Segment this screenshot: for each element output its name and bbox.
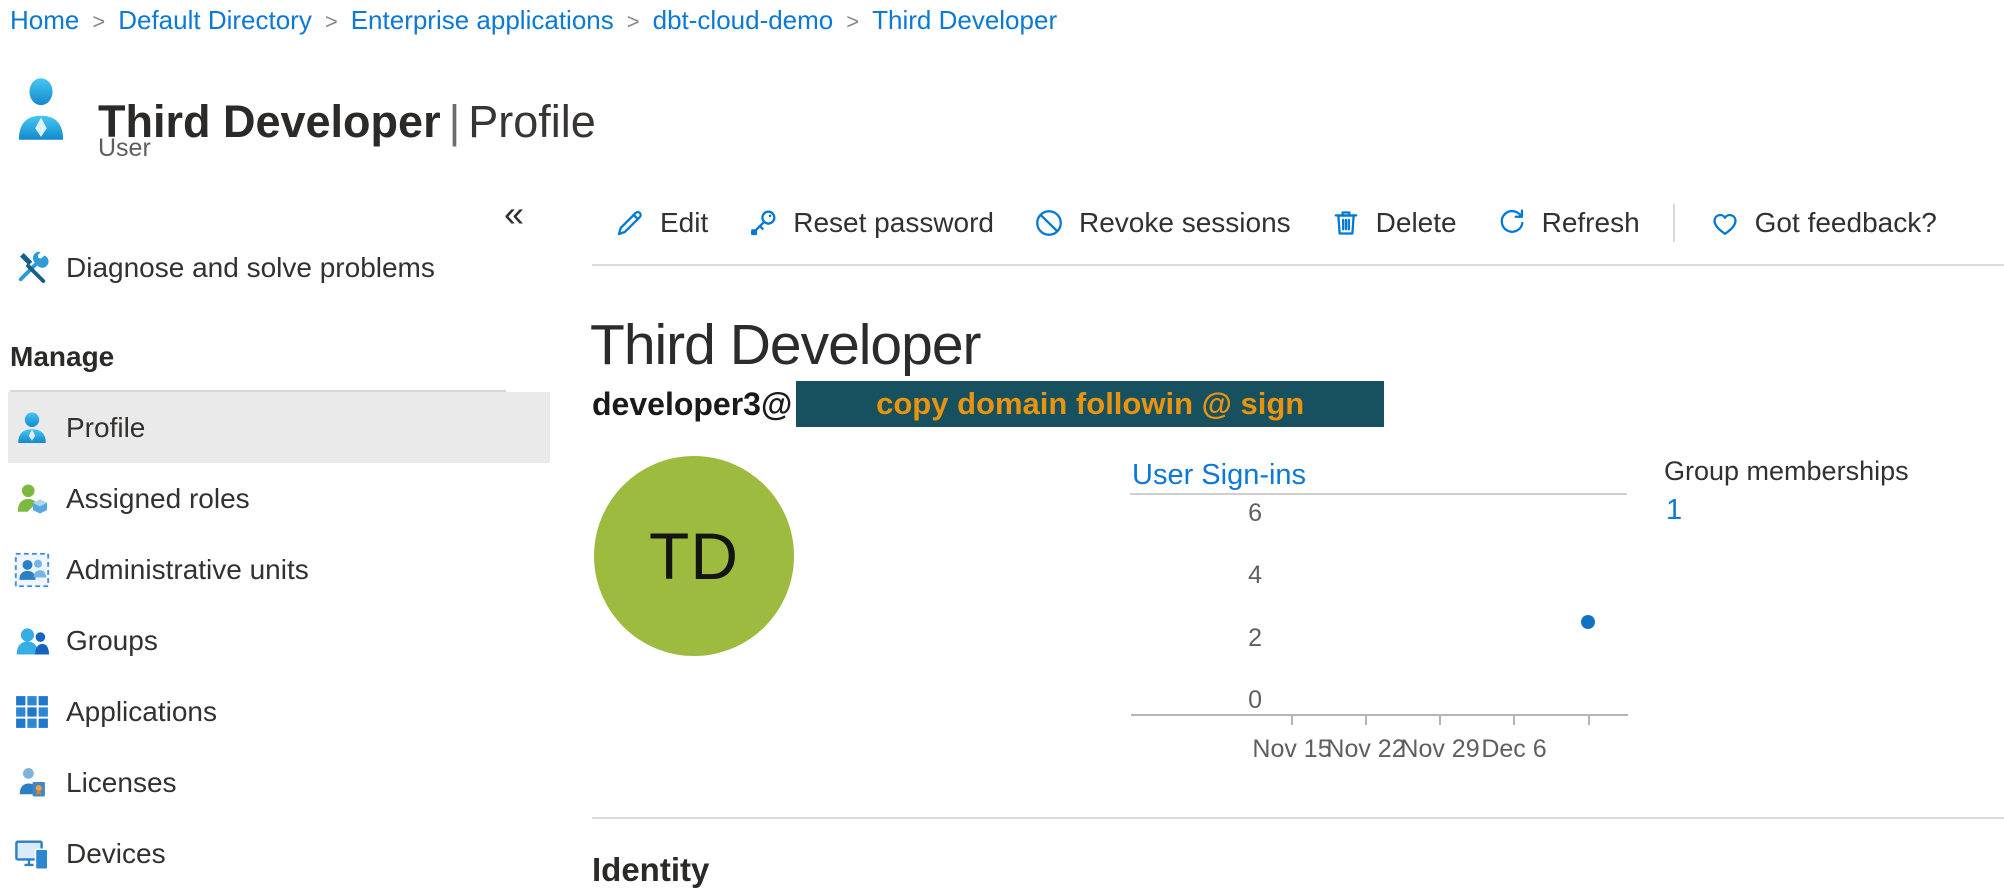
breadcrumb-third-developer[interactable]: Third Developer: [872, 5, 1057, 36]
breadcrumb: Home > Default Directory > Enterprise ap…: [10, 5, 1057, 36]
sidebar-item-administrative-units[interactable]: Administrative units: [8, 534, 550, 605]
sidebar-item-groups[interactable]: Groups: [8, 605, 550, 676]
breadcrumb-separator: >: [627, 9, 640, 35]
sidebar-item-devices[interactable]: Devices: [8, 818, 550, 889]
tools-icon: [14, 250, 50, 286]
breadcrumb-dbt-cloud-demo[interactable]: dbt-cloud-demo: [653, 5, 834, 36]
person-icon: [14, 410, 50, 446]
x-axis-tick: [1513, 716, 1515, 725]
x-axis-tick: [1365, 716, 1367, 725]
heart-icon: [1708, 206, 1742, 240]
breadcrumb-default-directory[interactable]: Default Directory: [118, 5, 312, 36]
sidebar-item-administrative-units-label: Administrative units: [66, 554, 309, 586]
sidebar-section-manage: Manage: [10, 341, 114, 373]
group-memberships-count-link[interactable]: 1: [1666, 494, 1682, 527]
sidebar-item-assigned-roles-label: Assigned roles: [66, 483, 250, 515]
block-icon: [1032, 206, 1066, 240]
sidebar-item-profile-label: Profile: [66, 412, 145, 444]
edit-button-label: Edit: [660, 207, 708, 239]
signin-data-point: [1581, 615, 1595, 629]
breadcrumb-separator: >: [92, 9, 105, 35]
toolbar-divider: [1673, 204, 1675, 242]
monitor-phone-icon: [14, 836, 50, 872]
command-bar: Edit Reset password Revoke sessions Dele…: [594, 198, 1956, 248]
people-dashed-box-icon: [14, 552, 50, 588]
edit-button[interactable]: Edit: [594, 206, 727, 240]
y-tick-label: 0: [1130, 687, 1262, 713]
sidebar-item-groups-label: Groups: [66, 625, 158, 657]
delete-button[interactable]: Delete: [1310, 206, 1476, 240]
y-tick-label: 6: [1130, 500, 1262, 526]
reset-password-button[interactable]: Reset password: [727, 206, 1013, 240]
sidebar-item-applications[interactable]: Applications: [8, 676, 550, 747]
got-feedback-button-label: Got feedback?: [1755, 207, 1937, 239]
grid-icon: [14, 694, 50, 730]
pencil-icon: [613, 206, 647, 240]
person-certificate-icon: [14, 765, 50, 801]
x-axis-line: [1131, 714, 1628, 716]
sidebar-item-assigned-roles[interactable]: Assigned roles: [8, 463, 550, 534]
sidebar-item-profile[interactable]: Profile: [8, 392, 550, 463]
email-prefix: developer3@: [592, 386, 792, 423]
x-tick-label: Dec 6: [1454, 735, 1574, 764]
trash-icon: [1329, 206, 1363, 240]
y-tick-label: 2: [1130, 625, 1262, 651]
breadcrumb-enterprise-applications[interactable]: Enterprise applications: [351, 5, 614, 36]
revoke-sessions-button-label: Revoke sessions: [1079, 207, 1291, 239]
y-tick-label: 4: [1130, 562, 1262, 588]
group-memberships-label: Group memberships: [1664, 456, 1909, 487]
refresh-button[interactable]: Refresh: [1476, 206, 1659, 240]
sidebar-item-licenses-label: Licenses: [66, 767, 177, 799]
user-avatar-icon: [16, 76, 66, 142]
user-signins-chart: User Sign-ins 6 4 2 0 Nov 15 Nov 22 Nov …: [1130, 455, 1630, 785]
x-axis-tick: [1439, 716, 1441, 725]
page-title-separator: |: [449, 96, 461, 147]
object-type-label: User: [98, 134, 151, 163]
toolbar-underline: [592, 264, 2004, 266]
identity-section-heading: Identity: [592, 851, 709, 889]
user-signins-chart-title[interactable]: User Sign-ins: [1132, 459, 1306, 492]
breadcrumb-separator: >: [846, 9, 859, 35]
refresh-icon: [1495, 206, 1529, 240]
key-icon: [746, 206, 780, 240]
sidebar-item-licenses[interactable]: Licenses: [8, 747, 550, 818]
sidebar-item-devices-label: Devices: [66, 838, 166, 870]
reset-password-button-label: Reset password: [793, 207, 994, 239]
user-principal-name-row: developer3@ copy domain followin @ sign: [592, 381, 1384, 427]
sidebar-collapse-button[interactable]: «: [498, 192, 530, 236]
delete-button-label: Delete: [1376, 207, 1457, 239]
chart-title-underline: [1130, 493, 1627, 495]
profile-display-name: Third Developer: [590, 312, 981, 378]
people-icon: [14, 623, 50, 659]
got-feedback-button[interactable]: Got feedback?: [1689, 206, 1956, 240]
sidebar-item-applications-label: Applications: [66, 696, 217, 728]
page-title: Third Developer|Profile: [98, 96, 596, 148]
x-axis-tick: [1588, 716, 1590, 725]
breadcrumb-home[interactable]: Home: [10, 5, 79, 36]
breadcrumb-separator: >: [325, 9, 338, 35]
x-axis-tick: [1291, 716, 1293, 725]
sidebar-menu: Profile Assigned roles Administrative un…: [8, 392, 550, 889]
section-divider: [592, 817, 2004, 819]
sidebar-item-diagnose[interactable]: Diagnose and solve problems: [8, 234, 556, 302]
revoke-sessions-button[interactable]: Revoke sessions: [1013, 206, 1310, 240]
refresh-button-label: Refresh: [1542, 207, 1640, 239]
sidebar-item-diagnose-label: Diagnose and solve problems: [66, 252, 435, 284]
profile-avatar: TD: [594, 456, 794, 656]
page-title-section: Profile: [468, 96, 596, 147]
person-cube-icon: [14, 481, 50, 517]
email-domain-redaction-overlay: copy domain followin @ sign: [796, 381, 1384, 427]
